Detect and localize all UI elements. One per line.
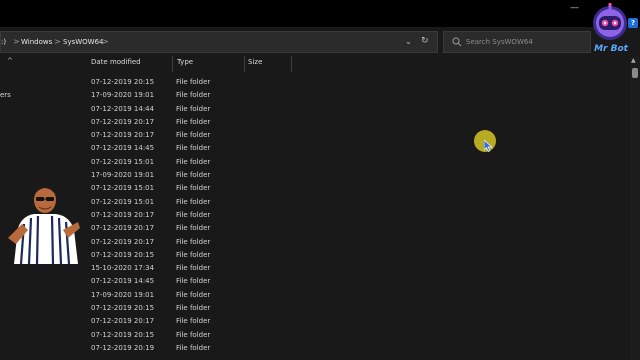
date-modified-cell: 07-12-2019 14:45 bbox=[91, 144, 155, 153]
file-row[interactable]: 07-12-2019 20:19 File folder bbox=[88, 342, 618, 355]
type-cell: File folder bbox=[176, 171, 211, 180]
type-cell: File folder bbox=[176, 304, 211, 313]
date-modified-cell: 07-12-2019 14:44 bbox=[91, 104, 155, 113]
column-header-type[interactable]: Type bbox=[177, 58, 193, 72]
type-cell: File folder bbox=[176, 250, 211, 259]
type-cell: File folder bbox=[176, 157, 211, 166]
file-row[interactable]: 07-12-2019 20:15 File folder bbox=[88, 302, 618, 315]
type-cell: File folder bbox=[176, 330, 211, 339]
file-row[interactable]: 07-12-2019 20:15 File folder bbox=[88, 76, 618, 89]
date-modified-cell: 17-09-2020 19:01 bbox=[91, 91, 155, 100]
date-modified-cell: 07-12-2019 20:15 bbox=[91, 330, 155, 339]
type-cell: File folder bbox=[176, 290, 211, 299]
chevron-down-icon[interactable]: ⌄ bbox=[405, 37, 412, 46]
type-cell: File folder bbox=[176, 78, 211, 86]
type-cell: File folder bbox=[176, 91, 211, 100]
file-row[interactable]: 15-10-2020 17:34 File folder bbox=[88, 262, 618, 275]
vertical-scrollbar[interactable]: ▲ bbox=[630, 57, 640, 360]
file-row[interactable]: 07-12-2019 20:17 File folder bbox=[88, 315, 618, 328]
file-row[interactable]: 07-12-2019 20:17 File folder bbox=[88, 129, 618, 142]
title-bar: — ? bbox=[0, 0, 640, 28]
type-cell: File folder bbox=[176, 343, 211, 352]
file-row[interactable]: 07-12-2019 20:15 File folder bbox=[88, 249, 618, 262]
search-input[interactable]: Search SysWOW64 bbox=[466, 38, 533, 46]
date-modified-cell: 07-12-2019 20:15 bbox=[91, 78, 155, 86]
mouse-pointer-icon bbox=[484, 140, 493, 152]
date-modified-cell: 07-12-2019 20:17 bbox=[91, 224, 155, 233]
breadcrumb-separator[interactable]: > bbox=[102, 37, 109, 46]
presenter-cutout-icon bbox=[8, 184, 80, 264]
scroll-up-arrow-icon[interactable]: ▲ bbox=[631, 57, 636, 64]
type-cell: File folder bbox=[176, 277, 211, 286]
type-cell: File folder bbox=[176, 131, 211, 140]
file-row[interactable]: 07-12-2019 14:45 File folder bbox=[88, 142, 618, 155]
type-cell: File folder bbox=[176, 104, 211, 113]
column-divider[interactable] bbox=[172, 56, 173, 72]
type-cell: File folder bbox=[176, 117, 211, 126]
date-modified-cell: 07-12-2019 20:15 bbox=[91, 250, 155, 259]
refresh-icon[interactable]: ↻ bbox=[421, 36, 429, 46]
date-modified-cell: 07-12-2019 15:01 bbox=[91, 184, 155, 193]
file-row[interactable]: 07-12-2019 14:44 File folder bbox=[88, 103, 618, 116]
scroll-thumb[interactable] bbox=[632, 68, 638, 78]
date-modified-cell: 07-12-2019 15:01 bbox=[91, 157, 155, 166]
nav-item-label[interactable]: ers bbox=[0, 91, 11, 99]
file-row[interactable]: 07-12-2019 15:01 File folder bbox=[88, 182, 618, 195]
date-modified-cell: 07-12-2019 20:17 bbox=[91, 317, 155, 326]
date-modified-cell: 07-12-2019 20:17 bbox=[91, 237, 155, 246]
breadcrumb-windows[interactable]: Windows bbox=[21, 38, 52, 46]
search-box[interactable]: Search SysWOW64 bbox=[443, 31, 591, 53]
file-row[interactable]: 17-09-2020 19:01 File folder bbox=[88, 169, 618, 182]
date-modified-cell: 15-10-2020 17:34 bbox=[91, 264, 155, 273]
date-modified-cell: 07-12-2019 20:15 bbox=[91, 304, 155, 313]
type-cell: File folder bbox=[176, 210, 211, 219]
breadcrumb-drive[interactable]: :) bbox=[1, 38, 6, 46]
date-modified-cell: 17-09-2020 19:01 bbox=[91, 290, 155, 299]
type-cell: File folder bbox=[176, 224, 211, 233]
date-modified-cell: 07-12-2019 20:17 bbox=[91, 210, 155, 219]
type-cell: File folder bbox=[176, 197, 211, 206]
type-cell: File folder bbox=[176, 264, 211, 273]
file-row[interactable]: 07-12-2019 20:17 File folder bbox=[88, 236, 618, 249]
breadcrumb-separator[interactable]: > bbox=[54, 37, 61, 46]
file-row[interactable]: 07-12-2019 20:15 File folder bbox=[88, 329, 618, 342]
minimize-button[interactable]: — bbox=[570, 3, 579, 13]
breadcrumb-separator[interactable]: > bbox=[13, 37, 20, 46]
file-row[interactable]: 07-12-2019 20:17 File folder bbox=[88, 209, 618, 222]
search-icon bbox=[452, 37, 462, 47]
date-modified-cell: 07-12-2019 20:17 bbox=[91, 131, 155, 140]
date-modified-cell: 07-12-2019 15:01 bbox=[91, 197, 155, 206]
file-row[interactable]: 07-12-2019 14:45 File folder bbox=[88, 275, 618, 288]
date-modified-cell: 17-09-2020 19:01 bbox=[91, 171, 155, 180]
date-modified-cell: 07-12-2019 20:17 bbox=[91, 117, 155, 126]
file-row[interactable]: 17-09-2020 19:01 File folder bbox=[88, 89, 618, 102]
address-bar[interactable]: :) > Windows > SysWOW64 > ⌄ ↻ bbox=[0, 31, 438, 53]
column-header-date-modified[interactable]: Date modified bbox=[91, 58, 141, 72]
file-row[interactable]: 07-12-2019 20:17 File folder bbox=[88, 116, 618, 129]
file-row[interactable]: 07-12-2019 15:01 File folder bbox=[88, 156, 618, 169]
file-row[interactable]: 07-12-2019 20:17 File folder bbox=[88, 222, 618, 235]
column-divider[interactable] bbox=[244, 56, 245, 72]
collapse-caret-icon[interactable]: ^ bbox=[7, 57, 13, 65]
type-cell: File folder bbox=[176, 144, 211, 153]
type-cell: File folder bbox=[176, 237, 211, 246]
date-modified-cell: 07-12-2019 14:45 bbox=[91, 277, 155, 286]
date-modified-cell: 07-12-2019 20:19 bbox=[91, 343, 155, 352]
column-header-size[interactable]: Size bbox=[248, 58, 262, 72]
file-row[interactable]: 07-12-2019 15:01 File folder bbox=[88, 196, 618, 209]
file-list: 07-12-2019 20:15 File folder 17-09-2020 1… bbox=[88, 76, 618, 355]
type-cell: File folder bbox=[176, 184, 211, 193]
breadcrumb-syswow64[interactable]: SysWOW64 bbox=[63, 38, 104, 46]
type-cell: File folder bbox=[176, 317, 211, 326]
column-divider[interactable] bbox=[291, 56, 292, 72]
brand-label: Mr Bot bbox=[594, 44, 628, 54]
file-row[interactable]: 17-09-2020 19:01 File folder bbox=[88, 289, 618, 302]
